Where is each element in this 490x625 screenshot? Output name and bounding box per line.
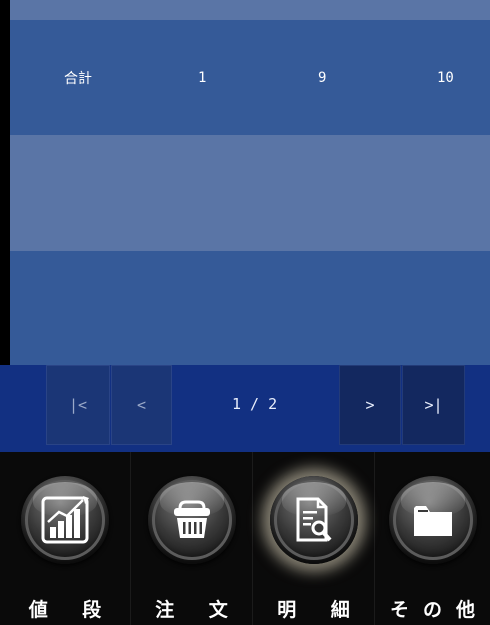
table-row-empty-1 (10, 135, 490, 251)
document-search-icon (296, 497, 332, 542)
last-page-button[interactable]: >| (402, 365, 465, 445)
folder-icon (413, 506, 452, 536)
pagination-bar: |< < 1 / 2 > >| (0, 365, 490, 452)
nav-item-other[interactable]: その他 (375, 452, 490, 625)
nav-label-price: 値 段 (28, 599, 116, 621)
nav-label-details: 明 細 (277, 599, 364, 621)
page-indicator: 1 / 2 (232, 395, 278, 413)
first-page-button[interactable]: |< (46, 365, 110, 445)
summary-col2: 9 (318, 69, 327, 86)
next-page-button[interactable]: > (339, 365, 401, 445)
nav-label-other: その他 (389, 599, 489, 621)
summary-label: 合計 (64, 70, 92, 87)
prev-page-button[interactable]: < (111, 365, 172, 445)
table-row-summary: 合計 1 9 10 (10, 20, 490, 135)
table-top-strip (10, 0, 490, 20)
summary-col1: 1 (198, 69, 207, 86)
nav-label-order: 注 文 (155, 599, 242, 621)
chart-icon (41, 496, 89, 544)
summary-col3: 10 (437, 69, 454, 86)
bottom-navigation: 値 段 注 文 明 細 その他 (0, 452, 490, 625)
table-row-empty-2 (10, 251, 490, 365)
nav-item-order[interactable]: 注 文 (131, 452, 253, 625)
nav-item-details[interactable]: 明 細 (253, 452, 375, 625)
basket-icon (173, 500, 210, 538)
nav-item-price[interactable]: 値 段 (0, 452, 131, 625)
